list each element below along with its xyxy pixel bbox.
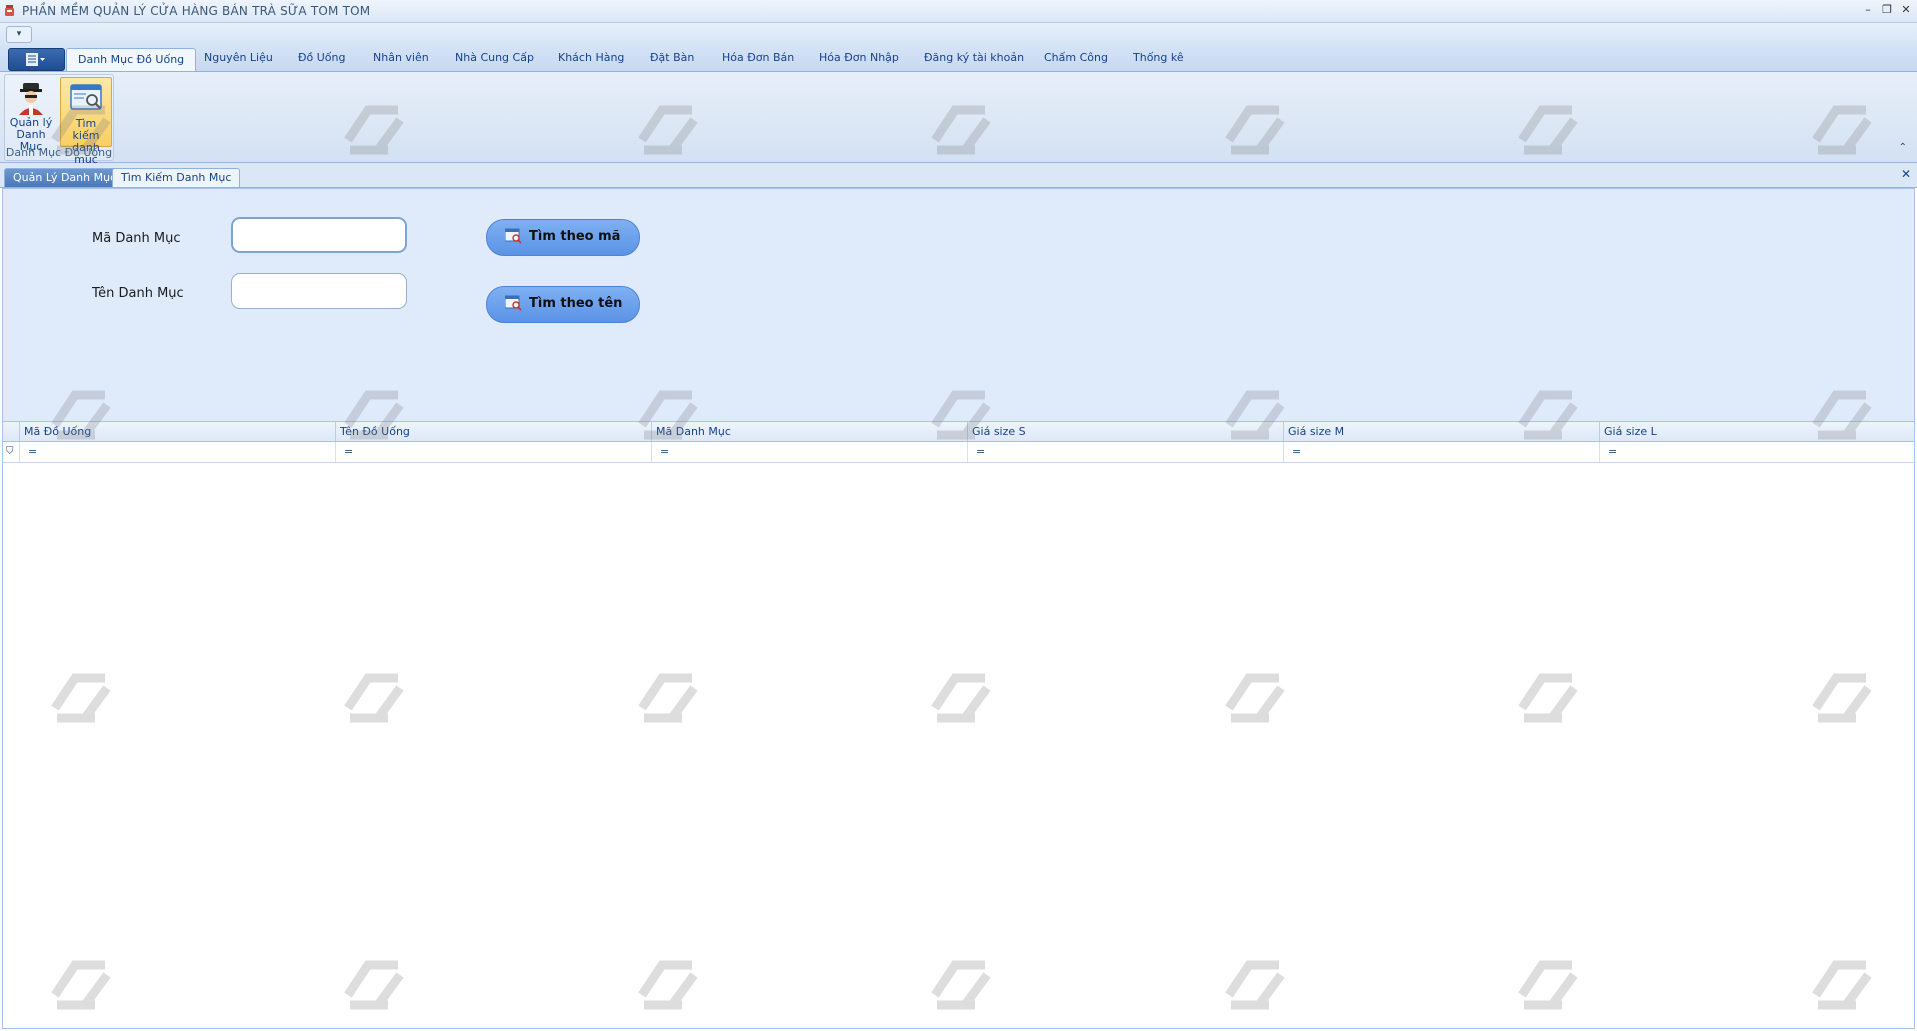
search-category-button[interactable]: Tìm kiếm danh mục xyxy=(60,77,112,166)
tab-dang-ky-tai-khoan[interactable]: Đăng ký tài khoản xyxy=(924,51,1024,64)
filter-icon[interactable]: ⛉ xyxy=(6,446,14,457)
column-header-ten-do-uong[interactable]: Tên Đồ Uống xyxy=(335,422,651,441)
filter-cell-ma-do-uong[interactable]: = xyxy=(19,442,335,462)
column-header-gia-size-s[interactable]: Giá size S xyxy=(967,422,1283,441)
close-button[interactable]: ✕ xyxy=(1898,2,1914,18)
tab-hoa-don-ban[interactable]: Hóa Đơn Bán xyxy=(722,51,794,64)
category-name-input[interactable] xyxy=(231,273,407,309)
search-by-name-label: Tìm theo tên xyxy=(529,296,623,311)
tab-nha-cung-cap[interactable]: Nhà Cung Cấp xyxy=(455,51,534,64)
filter-cell-gia-size-l[interactable]: = xyxy=(1599,442,1914,462)
search-category-label-1: Tìm kiếm xyxy=(72,117,100,142)
search-window-icon xyxy=(70,84,102,110)
application-menu-button[interactable] xyxy=(8,48,65,71)
search-icon xyxy=(505,295,522,311)
quick-access-dropdown[interactable]: ▾ xyxy=(6,26,32,43)
quick-access-toolbar: ▾ xyxy=(0,23,1917,45)
ribbon-group-label: Danh Mục Đồ Uống xyxy=(5,146,113,159)
filter-cell-ten-do-uong[interactable]: = xyxy=(335,442,651,462)
row-indicator-header xyxy=(3,422,19,441)
window-title: PHẦN MỀM QUẢN LÝ CỬA HÀNG BÁN TRÀ SỮA TO… xyxy=(22,4,371,18)
manager-icon xyxy=(19,83,43,115)
tab-nguyen-lieu[interactable]: Nguyên Liệu xyxy=(204,51,273,64)
app-icon xyxy=(5,5,14,16)
close-document-icon[interactable]: ✕ xyxy=(1901,167,1911,181)
doc-tab-tim-kiem-danh-muc[interactable]: Tìm Kiếm Danh Mục xyxy=(112,168,241,187)
doc-tab-quan-ly-danh-muc[interactable]: Quản Lý Danh Mục xyxy=(4,168,126,187)
filter-cell-gia-size-s[interactable]: = xyxy=(967,442,1283,462)
ribbon-panel: Quản lý Danh Mục Tìm kiếm danh mục Danh … xyxy=(0,72,1917,166)
category-name-label: Tên Danh Mục xyxy=(92,286,184,301)
results-grid[interactable]: Mã Đồ Uống Tên Đồ Uống Mã Danh Mục Giá s… xyxy=(2,421,1915,1029)
filter-cell-ma-danh-muc[interactable]: = xyxy=(651,442,967,462)
column-header-gia-size-l[interactable]: Giá size L xyxy=(1599,422,1914,441)
column-header-gia-size-m[interactable]: Giá size M xyxy=(1283,422,1599,441)
tab-thong-ke[interactable]: Thống kê xyxy=(1133,51,1184,64)
search-by-name-button[interactable]: Tìm theo tên xyxy=(486,286,640,323)
filter-cell-gia-size-m[interactable]: = xyxy=(1283,442,1599,462)
manage-category-button[interactable]: Quản lý Danh Mục xyxy=(6,77,56,153)
ribbon-tab-bar: Danh Mục Đồ Uống Nguyên Liệu Đồ Uống Nhâ… xyxy=(0,45,1917,72)
application-menu-icon xyxy=(26,53,45,66)
search-icon xyxy=(505,228,522,244)
search-by-code-label: Tìm theo mã xyxy=(529,229,621,244)
restore-button[interactable]: ❐ xyxy=(1879,2,1895,18)
tab-dat-ban[interactable]: Đặt Bàn xyxy=(650,51,694,64)
category-code-input[interactable] xyxy=(231,217,407,253)
search-panel: Mã Danh Mục Tên Danh Mục Tìm theo mã Tìm… xyxy=(2,188,1915,422)
column-header-ma-danh-muc[interactable]: Mã Danh Mục xyxy=(651,422,967,441)
tab-nhan-vien[interactable]: Nhân viên xyxy=(373,51,429,64)
tab-danh-muc-do-uong[interactable]: Danh Mục Đồ Uống xyxy=(66,48,197,71)
column-header-ma-do-uong[interactable]: Mã Đồ Uống xyxy=(19,422,335,441)
ribbon-group-danh-muc: Quản lý Danh Mục Tìm kiếm danh mục Danh … xyxy=(4,74,114,166)
category-code-label: Mã Danh Mục xyxy=(92,231,181,246)
tab-cham-cong[interactable]: Chấm Công xyxy=(1044,51,1108,64)
search-by-code-button[interactable]: Tìm theo mã xyxy=(486,219,640,256)
minimize-button[interactable]: – xyxy=(1860,2,1876,18)
tab-hoa-don-nhap[interactable]: Hóa Đơn Nhập xyxy=(819,51,899,64)
title-bar: PHẦN MỀM QUẢN LÝ CỬA HÀNG BÁN TRÀ SỮA TO… xyxy=(0,0,1917,23)
document-tab-bar: Quản Lý Danh Mục Tìm Kiếm Danh Mục ✕ xyxy=(0,163,1917,188)
ribbon-collapse-button[interactable]: ⌃ xyxy=(1899,142,1907,153)
grid-header-row: Mã Đồ Uống Tên Đồ Uống Mã Danh Mục Giá s… xyxy=(3,422,1914,442)
tab-khach-hang[interactable]: Khách Hàng xyxy=(558,51,624,64)
tab-do-uong[interactable]: Đồ Uống xyxy=(298,51,346,64)
grid-filter-row: ⛉ = = = = = = xyxy=(3,442,1914,463)
